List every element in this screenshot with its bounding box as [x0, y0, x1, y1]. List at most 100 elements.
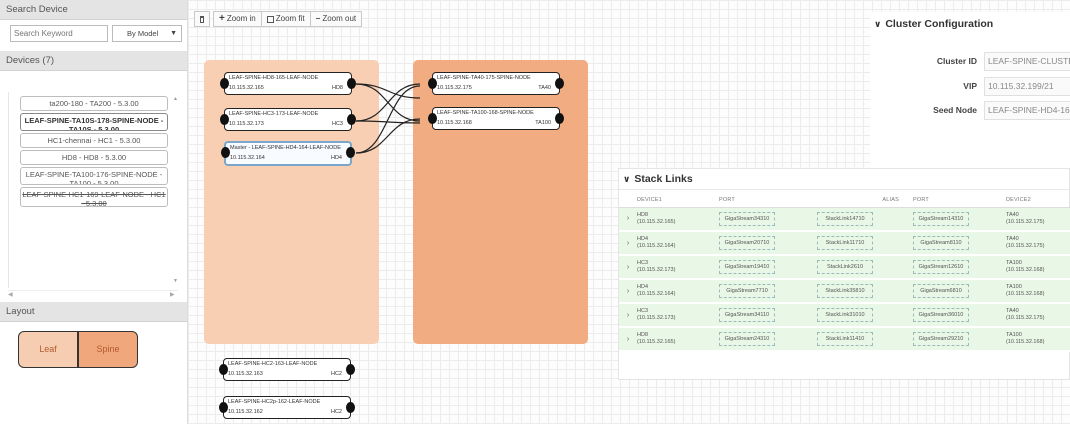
device1-name: HC3 — [637, 308, 649, 314]
legend-leaf: Leaf — [18, 331, 78, 368]
spine-group-area[interactable] — [413, 60, 588, 344]
port2-field[interactable]: GigaStream36010 — [913, 308, 969, 322]
node-model: TA100 — [535, 120, 551, 126]
zoom-out-button[interactable]: − Zoom out — [310, 11, 363, 27]
table-row[interactable]: › HC3 (10.115.32.173) GigaStream34110 StackL… — [619, 303, 1070, 328]
port2-cell: GigaStream14310 — [913, 207, 1006, 232]
port2-field[interactable]: GigaStream12610 — [913, 260, 969, 274]
alias-field[interactable]: StackLink11710 — [817, 236, 873, 250]
alias-field[interactable]: StackLink14710 — [817, 211, 873, 226]
device1-cell: HD8 (10.115.32.165) — [637, 327, 719, 352]
port2-field[interactable]: GigaStream8110 — [913, 236, 969, 250]
port1-field[interactable]: GigaStream20710 — [719, 236, 775, 250]
device-item[interactable]: HD8 - HD8 - 5.3.00 — [20, 150, 168, 165]
device2-name: TA40 — [1006, 308, 1019, 314]
delete-button[interactable] — [194, 11, 210, 27]
device-item[interactable]: LEAF-SPINE-TA100-176-SPINE-NODE - TA100 … — [20, 167, 168, 185]
device-list-horizontal-scrollbar[interactable]: ◀ ▶ — [8, 290, 178, 298]
alias-field[interactable]: StackLink2610 — [817, 260, 873, 274]
table-row[interactable]: › HD8 (10.115.32.165) GigaStream34310 StackL… — [619, 207, 1070, 232]
expand-row-icon[interactable]: › — [619, 327, 637, 352]
alias-cell: StackLink35810 — [817, 279, 913, 304]
port2-cell: GigaStream12610 — [913, 255, 1006, 280]
device-list-vertical-scrollbar[interactable]: ▲ ▼ — [173, 96, 179, 286]
device-item[interactable]: HC1-chennai - HC1 - 5.3.00 — [20, 133, 168, 148]
seed-node-field[interactable]: LEAF-SPINE-HD4-164- — [984, 101, 1070, 120]
expand-row-icon[interactable]: › — [619, 303, 637, 328]
device-item[interactable]: ta200-180 - TA200 - 5.3.00 — [20, 96, 168, 111]
zoom-group: + Zoom in Zoom fit − Zoom out — [213, 11, 363, 27]
port2-field[interactable]: GigaStream14310 — [913, 211, 969, 226]
scroll-down-icon[interactable]: ▼ — [173, 278, 178, 284]
stack-links-header[interactable]: ∨ Stack Links — [619, 169, 1069, 190]
node-name: LEAF-SPINE-HD8-165-LEAF-NODE — [229, 75, 319, 81]
alias-field[interactable]: StackLink35810 — [817, 284, 873, 298]
leaf-node[interactable]: LEAF-SPINE-HD8-165-LEAF-NODE 10.115.32.1… — [220, 72, 356, 95]
cluster-id-row: Cluster ID LEAF-SPINE-CLUSTER- — [870, 52, 1070, 72]
zoom-in-button[interactable]: + Zoom in — [213, 11, 262, 27]
zoom-fit-button[interactable]: Zoom fit — [261, 11, 311, 27]
zoom-in-label: Zoom in — [226, 14, 256, 23]
device2-name: TA100 — [1006, 284, 1022, 290]
device-item[interactable]: LEAF-SPINE-HC1-169-LEAF-NODE - HC1 - 5.3… — [20, 187, 168, 207]
port2-field[interactable]: GigaStream6810 — [913, 284, 969, 298]
vip-field[interactable]: 10.115.32.199/21 — [984, 77, 1070, 96]
port1-field[interactable]: GigaStream34110 — [719, 308, 775, 322]
port1-cell: GigaStream34110 — [719, 303, 817, 328]
expand-row-icon[interactable]: › — [619, 255, 637, 280]
port2-cell: GigaStream29210 — [913, 327, 1006, 352]
unassigned-node[interactable]: LEAF-SPINE-HC2p-162-LEAF-NODE 10.115.32.… — [219, 396, 355, 419]
port1-field[interactable]: GigaStream19410 — [719, 260, 775, 274]
node-model: HD4 — [330, 155, 342, 161]
vip-row: VIP 10.115.32.199/21 — [870, 77, 1070, 97]
model-select[interactable]: By Model ▼ — [112, 25, 182, 42]
node-ip: 10.115.32.168 — [437, 120, 472, 126]
node-name: LEAF-SPINE-TA40-175-SPINE-NODE — [437, 75, 531, 81]
port2-field[interactable]: GigaStream29210 — [913, 332, 969, 346]
search-input[interactable] — [10, 25, 108, 42]
stack-links-table: DEVICE1 PORT ALIAS PORT DEVICE2 › HD8 (10.… — [619, 193, 1070, 352]
expand-row-icon[interactable]: › — [619, 231, 637, 256]
scroll-up-icon[interactable]: ▲ — [173, 96, 178, 102]
device1-name: HD8 — [637, 211, 649, 218]
alias-cell: StackLink14710 — [817, 207, 913, 232]
zoom-out-label: Zoom out — [322, 14, 357, 23]
table-row[interactable]: › HD4 (10.115.32.164) GigaStream20710 StackL… — [619, 231, 1070, 256]
node-ip: 10.115.32.164 — [230, 155, 265, 161]
leaf-node[interactable]: LEAF-SPINE-HC3-173-LEAF-NODE 10.115.32.1… — [220, 108, 356, 131]
cluster-id-field[interactable]: LEAF-SPINE-CLUSTER- — [984, 52, 1070, 71]
port1-cell: GigaStream20710 — [719, 231, 817, 256]
device2-cell: TA100 (10.115.32.168) — [1006, 255, 1070, 280]
leaf-group-area[interactable] — [204, 60, 379, 344]
device2-cell: TA40 (10.115.32.175) — [1006, 303, 1070, 328]
device2-name: TA100 — [1006, 332, 1022, 338]
master-leaf-node[interactable]: Master - LEAF-SPINE-HD4-164-LEAF-NODE 10… — [221, 141, 355, 166]
device-item[interactable]: LEAF-SPINE-TA10S-178-SPINE-NODE - TA10S … — [20, 113, 168, 131]
node-ip: 10.115.32.163 — [228, 371, 263, 377]
device2-ip: (10.115.32.175) — [1006, 315, 1045, 321]
table-row[interactable]: › HD8 (10.115.32.165) GigaStream24310 StackL… — [619, 327, 1070, 352]
plus-icon: + — [219, 13, 225, 24]
expand-row-icon[interactable]: › — [619, 207, 637, 232]
zoom-fit-label: Zoom fit — [275, 14, 305, 23]
expand-row-icon[interactable]: › — [619, 279, 637, 304]
spine-node[interactable]: LEAF-SPINE-TA100-168-SPINE-NODE 10.115.3… — [428, 107, 564, 130]
port1-field[interactable]: GigaStream7710 — [719, 284, 775, 298]
table-row[interactable]: › HC3 (10.115.32.173) GigaStream19410 StackL… — [619, 255, 1070, 280]
scroll-right-icon[interactable]: ▶ — [170, 291, 175, 298]
table-row[interactable]: › HD4 (10.115.32.164) GigaStream7710 StackLi… — [619, 279, 1070, 304]
cluster-configuration-header[interactable]: ∨ Cluster Configuration — [870, 12, 1070, 30]
port1-field[interactable]: GigaStream34310 — [719, 211, 775, 226]
port1-field[interactable]: GigaStream24310 — [719, 332, 775, 346]
unassigned-node[interactable]: LEAF-SPINE-HC2-163-LEAF-NODE 10.115.32.1… — [219, 358, 355, 381]
device1-name: HD4 — [637, 236, 649, 242]
spine-node[interactable]: LEAF-SPINE-TA40-175-SPINE-NODE 10.115.32… — [428, 72, 564, 95]
device1-ip: (10.115.32.173) — [637, 315, 676, 321]
device2-ip: (10.115.32.168) — [1006, 267, 1045, 273]
scroll-left-icon[interactable]: ◀ — [8, 291, 13, 298]
column-header: DEVICE1 — [637, 193, 719, 208]
alias-field[interactable]: StackLink31010 — [817, 308, 873, 322]
devices-header: Devices (7) — [0, 51, 187, 71]
alias-field[interactable]: StackLink11410 — [817, 332, 873, 346]
vip-label: VIP — [963, 81, 977, 91]
